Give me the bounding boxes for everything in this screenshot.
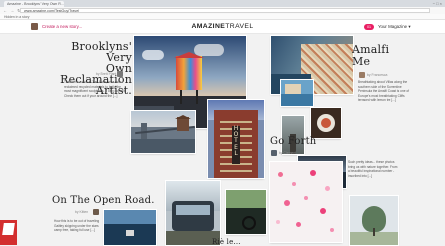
- article-title-amalfi[interactable]: Amalfi Me: [352, 44, 389, 68]
- logo-bold: AMAZINE: [191, 23, 226, 30]
- your-magazine-menu[interactable]: Your Magazine ▾: [378, 20, 411, 33]
- article-title-openroad[interactable]: On The Open Road.: [52, 195, 155, 206]
- byline-amalfi[interactable]: by Francesca: [367, 73, 387, 77]
- title-line: Me: [352, 55, 371, 68]
- excerpt-amalfi: Breathtaking about Villas along the sout…: [358, 80, 410, 102]
- window-controls[interactable]: − □ ×: [433, 0, 442, 7]
- hotel-sign: HOTEL: [232, 125, 240, 164]
- amazine-badge[interactable]: [0, 220, 17, 245]
- title-line: Brooklyns' Very: [71, 40, 132, 64]
- photo-amalfi-food[interactable]: [311, 108, 341, 138]
- photo-amalfi-street[interactable]: [282, 116, 304, 154]
- author-avatar[interactable]: [117, 71, 123, 77]
- excerpt-openroad: How this is to be out of traveling Gaitl…: [54, 219, 100, 232]
- site-header: Create a new story... AMAZINETRAVEL 01 Y…: [0, 20, 445, 34]
- photo-hotel-building[interactable]: HOTEL: [208, 100, 264, 178]
- url-input[interactable]: www.amazine.com/TestGuy/Travel: [20, 8, 430, 13]
- photo-floating-petals[interactable]: [270, 162, 342, 242]
- byline-brooklyn[interactable]: by Brett Plant: [96, 72, 116, 76]
- browser-tab-bar: Amazine - Brooklyns' Very Own R... − □ ×: [0, 0, 445, 7]
- notification-badge[interactable]: 01: [364, 23, 374, 30]
- logo-light: TRAVEL: [225, 23, 254, 30]
- photo-car-interior[interactable]: [226, 190, 266, 234]
- excerpt-brooklyn: This is the works of Tom Fruin, who uses…: [64, 80, 125, 98]
- author-avatar[interactable]: [271, 150, 277, 156]
- author-avatar[interactable]: [93, 209, 99, 215]
- magazine-page: Brooklyns' Very Own Reclamation Artist. …: [0, 34, 445, 246]
- author-avatar[interactable]: [359, 72, 365, 78]
- byline-openroad[interactable]: by Kitten: [75, 210, 88, 214]
- badge-fold-shape: [2, 223, 15, 235]
- nav-buttons[interactable]: ← → ↻: [3, 7, 22, 14]
- photo-tree-fog[interactable]: [350, 196, 398, 245]
- article-title-goforth[interactable]: Go Forth: [270, 136, 316, 147]
- photo-bridge-skyline[interactable]: [131, 111, 195, 153]
- photo-amalfi-coast-small[interactable]: [281, 80, 313, 106]
- photo-camper-van[interactable]: [166, 181, 220, 245]
- photo-road-coast[interactable]: [104, 210, 156, 245]
- excerpt-goforth: Such pretty ideas... these photos bring …: [348, 160, 398, 178]
- byline-goforth[interactable]: by Clement: [279, 151, 296, 155]
